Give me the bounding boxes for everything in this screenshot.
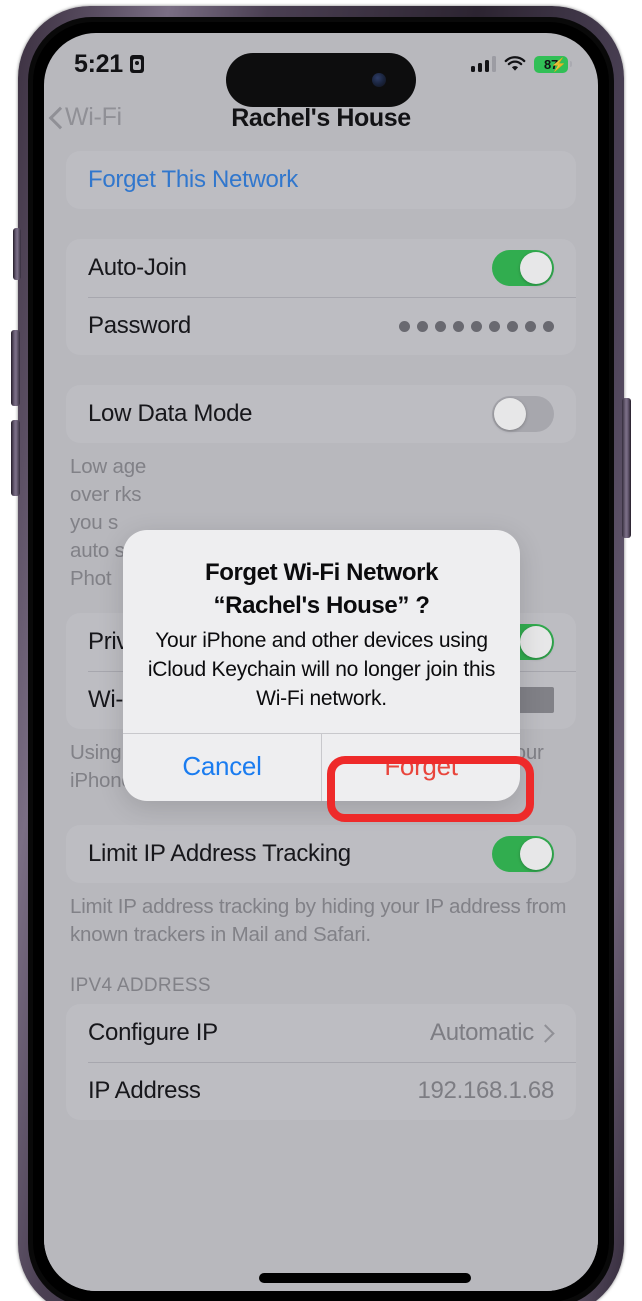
cancel-button[interactable]: Cancel xyxy=(123,734,321,801)
forget-button[interactable]: Forget xyxy=(321,734,520,801)
alert-title-line2: “Rachel's House” ? xyxy=(213,592,430,619)
volume-up-button[interactable] xyxy=(11,330,20,406)
alert-actions: Cancel Forget xyxy=(123,733,520,801)
ip-address-redaction-bar xyxy=(259,1273,471,1283)
volume-down-button[interactable] xyxy=(11,420,20,496)
ringer-switch-button[interactable] xyxy=(13,228,21,280)
alert-body: Forget Wi-Fi Network “Rachel's House” ? … xyxy=(123,530,520,733)
alert-title: Forget Wi-Fi Network “Rachel's House” ? xyxy=(145,556,498,622)
forget-network-alert: Forget Wi-Fi Network “Rachel's House” ? … xyxy=(123,530,520,801)
power-button[interactable] xyxy=(622,398,631,538)
alert-title-line1: Forget Wi-Fi Network xyxy=(204,559,439,586)
iphone-screen: 5:21 87 ⚡ Wi-Fi Rachel's House Forget Th… xyxy=(44,33,598,1291)
alert-message: Your iPhone and other devices using iClo… xyxy=(147,629,496,710)
screenshot-canvas: 5:21 87 ⚡ Wi-Fi Rachel's House Forget Th… xyxy=(0,0,642,1301)
